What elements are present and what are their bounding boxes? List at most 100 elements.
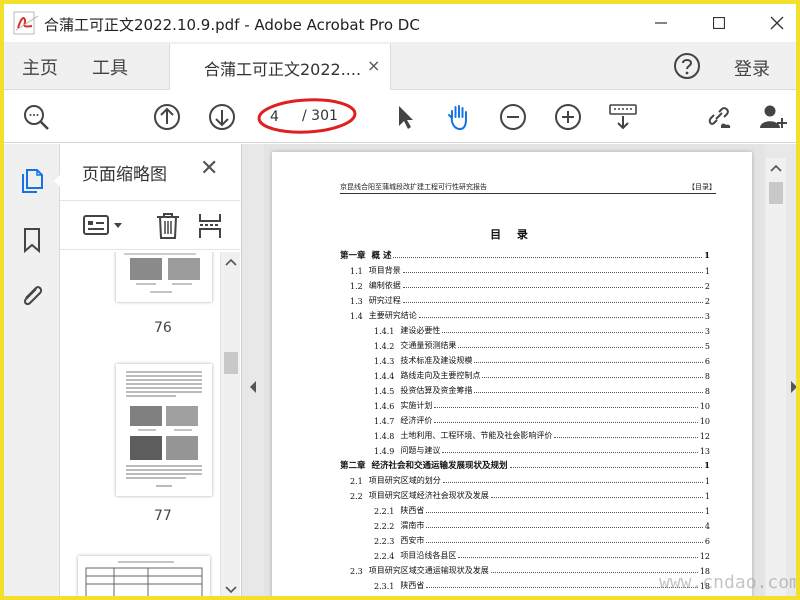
toc-entry[interactable]: 1.4.2 交通量预测结果 5 (340, 336, 710, 351)
toc-entry[interactable]: 2.2.4 项目沿线各县区 12 (340, 546, 710, 561)
toc-entry-text: 交通量预测结果 (400, 341, 457, 350)
toc-entry[interactable]: 1.4.8 土地利用、工程环境、节能及社会影响评价 12 (340, 426, 710, 441)
toc-entry-number: 2.2.2 (374, 522, 395, 531)
toc-entry-number: 1.4.2 (374, 342, 395, 351)
thumbnail-list[interactable]: 76 77 (60, 252, 222, 596)
close-button[interactable] (754, 4, 796, 42)
toc-entry[interactable]: 1.4.4 路线走向及主要控制点 8 (340, 366, 710, 381)
toc-entry[interactable]: 2.3.2渭南市20 (340, 591, 710, 596)
attachment-icon[interactable] (18, 282, 46, 310)
document-tab-label: 合蒲工可正文2022.... (204, 60, 362, 79)
toc-entry[interactable]: 2.2.3 西安市 6 (340, 531, 710, 546)
document-view[interactable]: 京昆线合阳至蒲城段改扩建工程可行性研究报告 【目录】 目 录 第一章概 述 1 1.… (264, 144, 764, 596)
thumbnail-page[interactable] (116, 252, 212, 302)
scroll-up-icon[interactable] (770, 164, 782, 172)
tab-home[interactable]: 主页 (22, 54, 58, 80)
extract-page-icon[interactable] (196, 211, 224, 241)
scrollbar-thumb[interactable] (769, 182, 783, 204)
toc-leader-dots (490, 497, 703, 498)
toc-leader-dots (426, 542, 703, 543)
search-zoom-icon[interactable] (21, 102, 51, 132)
thumbnail-preview (126, 371, 202, 487)
toc-leader-dots (418, 317, 703, 318)
toc-entry[interactable]: 第二章 经济社会和交通运输发展现状及规划 1 (340, 456, 710, 471)
toc-entry[interactable]: 1.4.1 建设必要性 3 (340, 321, 710, 336)
document-tab-close-button[interactable]: × (367, 56, 380, 75)
page-header: 京昆线合阳至蒲城段改扩建工程可行性研究报告 【目录】 (340, 180, 716, 194)
zoom-in-icon[interactable] (553, 102, 583, 132)
watermark: www.cndao.com (659, 572, 800, 593)
toc-entry-page: 5 (704, 342, 710, 351)
toc-leader-dots (402, 272, 703, 273)
zoom-out-icon[interactable] (498, 102, 528, 132)
toc-entry[interactable]: 1.4.5 投资估算及资金筹措 8 (340, 381, 710, 396)
tab-tools[interactable]: 工具 (92, 54, 128, 80)
toc-entry[interactable]: 2.2 项目研究区域经济社会现状及发展 1 (340, 486, 710, 501)
thumbnail-page-number: 76 (154, 320, 172, 336)
toc-entry[interactable]: 2.3 项目研究区域交通运输现状及发展 18 (340, 561, 710, 576)
toc-entry[interactable]: 2.3.1 陕西省 18 (340, 576, 710, 591)
panel-collapse-strip (242, 144, 264, 596)
bookmark-icon[interactable] (18, 226, 46, 254)
thumbnail-preview (85, 561, 203, 596)
toc-entry[interactable]: 1.2 编制依据 2 (340, 276, 710, 291)
toc-entry-page: 6 (704, 537, 710, 546)
minimize-button[interactable] (638, 4, 684, 42)
add-user-icon[interactable] (758, 102, 788, 132)
page-down-icon[interactable] (207, 102, 237, 132)
maximize-button[interactable] (696, 4, 742, 42)
panel-toolbar (60, 200, 242, 250)
scrollbar-thumb[interactable] (224, 352, 238, 374)
toc-entry-page: 1 (704, 251, 710, 261)
toc-leader-dots (442, 482, 703, 483)
toc-entry[interactable]: 2.2.2 渭南市 4 (340, 516, 710, 531)
panel-close-button[interactable]: ✕ (200, 156, 218, 181)
toc-entry[interactable]: 1.4.7 经济评价 10 (340, 411, 710, 426)
page-thumbnails-panel: 页面缩略图 ✕ 76 77 (60, 144, 242, 596)
toc-entry[interactable]: 第一章概 述 1 (340, 246, 710, 261)
hand-tool-icon[interactable] (444, 102, 474, 132)
login-button[interactable]: 登录 (734, 55, 770, 81)
toc-entry[interactable]: 1.4.3 技术标准及建设规模 6 (340, 351, 710, 366)
scroll-down-icon[interactable] (225, 586, 237, 594)
toc-entry[interactable]: 1.4 主要研究结论 3 (340, 306, 710, 321)
scroll-up-icon[interactable] (225, 258, 237, 266)
keyboard-scroll-icon[interactable] (608, 102, 638, 132)
toc-leader-dots (509, 467, 703, 468)
toc-entry-text: 项目沿线各县区 (400, 551, 457, 560)
page-thumbnails-icon[interactable] (18, 166, 46, 194)
expand-right-icon[interactable] (790, 380, 798, 394)
document-scrollbar[interactable] (766, 158, 786, 596)
toc-entry-page: 2 (704, 282, 710, 291)
tab-document[interactable]: 合蒲工可正文2022.... × (169, 44, 391, 90)
toc-entry[interactable]: 1.4.9 问题与建议 13 (340, 441, 710, 456)
thumbnail-page[interactable] (116, 364, 212, 496)
toc-entry-text: 主要研究结论 (368, 311, 417, 320)
toc-entry-number: 1.4.5 (374, 387, 395, 396)
toc-entry-number: 1.4.9 (374, 447, 395, 456)
toc-entry-page: 3 (704, 312, 710, 321)
toc-leader-dots (442, 452, 698, 453)
toc-entry[interactable]: 2.2.1 陕西省 1 (340, 501, 710, 516)
help-icon[interactable] (672, 51, 702, 81)
toc-leader-dots (426, 527, 703, 528)
toc-entry-page: 1 (704, 477, 710, 486)
toc-entry[interactable]: 1.3 研究过程 2 (340, 291, 710, 306)
toc-entry[interactable]: 1.1 项目背景 1 (340, 261, 710, 276)
toc-entry[interactable]: 2.1 项目研究区域的划分 1 (340, 471, 710, 486)
toc-entry-number: 1.2 (350, 282, 363, 291)
thumbnail-scrollbar[interactable] (220, 252, 240, 596)
delete-page-icon[interactable] (154, 211, 182, 241)
thumbnail-options-icon[interactable] (82, 213, 126, 239)
share-link-icon[interactable] (704, 102, 734, 132)
toc-entry-text: 实施计划 (400, 401, 433, 410)
toc-entry-page: 1 (704, 461, 710, 471)
page-up-icon[interactable] (152, 102, 182, 132)
toc-entry[interactable]: 1.4.6 实施计划 10 (340, 396, 710, 411)
toc-entry-text: 经济社会和交通运输发展现状及规划 (371, 461, 508, 471)
toc-entry-text: 问题与建议 (400, 446, 441, 455)
thumbnail-page[interactable] (78, 556, 210, 596)
toc-entry-number: 1.4.3 (374, 357, 395, 366)
select-arrow-icon[interactable] (390, 102, 420, 132)
collapse-left-icon[interactable] (249, 380, 257, 394)
